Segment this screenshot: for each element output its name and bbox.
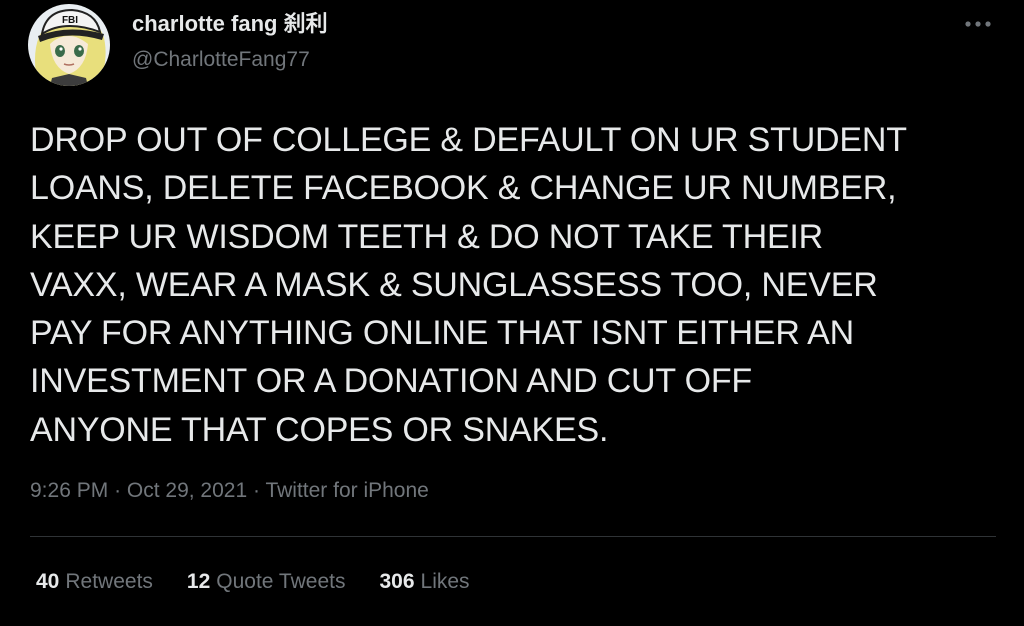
tweet-source[interactable]: Twitter for iPhone	[265, 479, 428, 502]
likes-label: Likes	[420, 570, 470, 593]
quote-tweets-count: 12	[186, 570, 211, 593]
tweet-time[interactable]: 9:26 PM	[30, 479, 108, 502]
tweet-text: DROP OUT OF COLLEGE & DEFAULT ON UR STUD…	[30, 121, 907, 449]
quote-tweets-label: Quote Tweets	[216, 570, 346, 593]
avatar-image: FBI	[28, 4, 110, 86]
author-block: charlotte fang 刹利 @CharlotteFang77	[132, 9, 328, 75]
user-handle[interactable]: @CharlotteFang77	[132, 45, 328, 75]
avatar-badge-text: FBI	[62, 15, 78, 26]
retweets-stat[interactable]: 40 Retweets	[36, 567, 153, 597]
engagement-stats: 40 Retweets 12 Quote Tweets 306 Likes	[36, 567, 504, 597]
display-name[interactable]: charlotte fang 刹利	[132, 9, 328, 39]
meta-separator: ·	[114, 479, 127, 502]
meta-separator-2: ·	[252, 479, 266, 502]
retweets-count: 40	[36, 570, 60, 593]
tweet-date[interactable]: Oct 29, 2021	[127, 479, 247, 502]
quote-tweets-stat[interactable]: 12 Quote Tweets	[187, 567, 346, 597]
avatar[interactable]: FBI	[28, 4, 110, 86]
more-options-button[interactable]	[958, 12, 998, 36]
divider	[30, 536, 996, 537]
tweet-card: FBI charlotte fang 刹利 @CharlotteFang77 D…	[0, 0, 1024, 626]
retweets-label: Retweets	[65, 570, 153, 593]
tweet-metadata: 9:26 PM · Oct 29, 2021 · Twitter for iPh…	[30, 476, 429, 506]
likes-stat[interactable]: 306 Likes	[379, 567, 469, 597]
likes-count: 306	[379, 570, 415, 593]
more-horizontal-icon	[965, 21, 991, 27]
